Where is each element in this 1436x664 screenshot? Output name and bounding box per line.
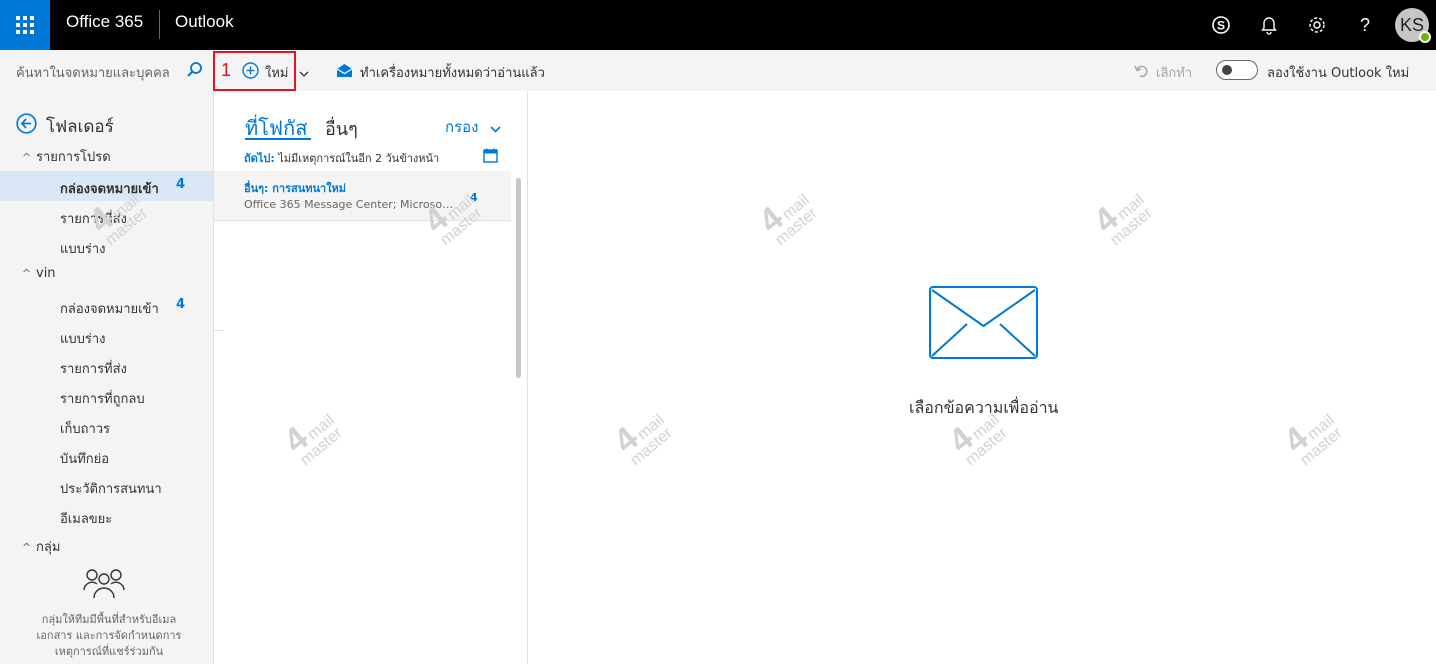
help-icon[interactable]: ? [1353, 13, 1377, 37]
gear-icon[interactable] [1305, 13, 1329, 37]
bell-icon[interactable] [1257, 13, 1281, 37]
envelope-icon [929, 286, 1039, 364]
try-new-outlook-label: ลองใช้งาน Outlook ใหม่ [1267, 66, 1410, 81]
sidebar-item-inbox-favorite[interactable]: กล่องจดหมายเข้า 4 [0, 171, 213, 201]
next-event-info: ถัดไป: ไม่มีเหตุการณ์ในอีก 2 วันข้างหน้า [244, 152, 440, 165]
groups-header[interactable]: ^ กลุ่ม [22, 536, 60, 557]
divider [214, 330, 224, 331]
sidebar-item-deleted[interactable]: รายการที่ถูกลบ [0, 381, 213, 411]
skype-icon[interactable]: S [1209, 13, 1233, 37]
app-name[interactable]: Office 365 [66, 12, 143, 32]
message-list-scrollbar[interactable] [516, 178, 521, 378]
search-input[interactable]: ค้นหาในจดหมายและบุคคล [16, 62, 170, 83]
svg-text:S: S [1217, 19, 1225, 33]
waffle-icon[interactable] [0, 0, 50, 50]
new-button[interactable]: ใหม่ [265, 62, 289, 83]
sidebar-item-archive[interactable]: เก็บถาวร [0, 411, 213, 441]
sidebar-item-sent[interactable]: รายการที่ส่ง [0, 351, 213, 381]
message-sender: อื่นๆ: การสนทนาใหม่ [244, 182, 347, 195]
sidebar-item-drafts[interactable]: แบบร่าง [0, 321, 213, 351]
account-header[interactable]: ^ vin [22, 266, 56, 281]
presence-status-icon [1419, 31, 1431, 43]
unread-count: 4 [176, 297, 186, 312]
svg-text:?: ? [1360, 15, 1370, 35]
people-group-icon [83, 566, 125, 604]
search-icon[interactable] [186, 61, 204, 83]
groups-description: กลุ่มให้ทีมมีพื้นที่สำหรับอีเมล เอกสาร แ… [36, 613, 182, 658]
unread-count: 4 [176, 177, 186, 192]
plus-circle-icon[interactable] [242, 62, 259, 83]
filter-button[interactable]: กรอง [445, 115, 478, 139]
undo-icon[interactable] [1134, 63, 1149, 82]
tab-other[interactable]: อื่นๆ [325, 114, 358, 143]
empty-reading-pane-text: เลือกข้อความเพื่ออ่าน [909, 398, 1059, 417]
sidebar-item-junk[interactable]: อีเมลขยะ [0, 501, 213, 531]
open-envelope-icon[interactable] [336, 63, 353, 82]
chevron-down-icon[interactable] [490, 119, 501, 138]
toggle-knob [1222, 65, 1232, 75]
sidebar-item-conversation-history[interactable]: ประวัติการสนทนา [0, 471, 213, 501]
app-sub-name[interactable]: Outlook [175, 12, 234, 32]
folders-title[interactable]: โฟลเดอร์ [46, 113, 114, 140]
undo-button[interactable]: เลิกทำ [1156, 62, 1192, 83]
sidebar-item-notes[interactable]: บันทึกย่อ [0, 441, 213, 471]
sidebar-item-inbox[interactable]: กล่องจดหมายเข้า 4 [0, 291, 213, 321]
chevron-up-icon: ^ [22, 151, 32, 164]
app-separator [159, 10, 160, 39]
chevron-up-icon: ^ [22, 541, 32, 554]
tab-focused-underline [245, 138, 311, 140]
chevron-down-icon[interactable] [299, 64, 309, 83]
calendar-icon[interactable] [483, 148, 498, 167]
back-arrow-icon[interactable] [16, 113, 37, 138]
try-new-outlook-toggle[interactable] [1216, 60, 1258, 80]
step-number: 1 [221, 60, 232, 80]
chevron-up-icon: ^ [22, 267, 32, 280]
reading-pane [529, 91, 1436, 664]
favorites-header[interactable]: ^ รายการโปรด [22, 146, 111, 167]
mark-all-read-button[interactable]: ทำเครื่องหมายทั้งหมดว่าอ่านแล้ว [360, 62, 545, 83]
